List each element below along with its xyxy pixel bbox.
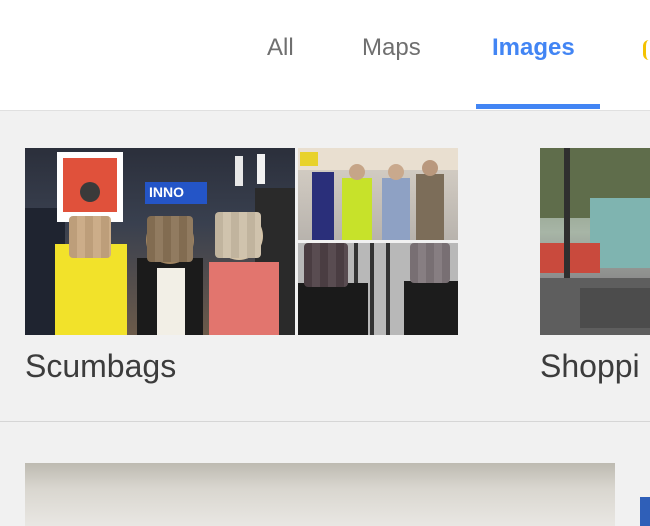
blurred-face <box>147 216 193 262</box>
placard-text: INNO <box>149 184 184 200</box>
tab-overflow-edge <box>643 40 650 60</box>
tab-images[interactable]: Images <box>492 34 575 62</box>
image-card-shopping[interactable]: Shoppi <box>540 148 650 388</box>
collage-image-shopping-centre <box>540 148 650 335</box>
collage-image-men <box>298 243 458 335</box>
blurred-face <box>304 243 348 287</box>
search-tabs-bar: All Maps Images <box>0 0 650 111</box>
next-row-blue-edge <box>640 497 650 526</box>
blurred-face <box>215 212 261 258</box>
blurred-face <box>69 216 111 258</box>
next-row-image[interactable] <box>25 463 615 526</box>
tab-all[interactable]: All <box>267 34 294 62</box>
card-label: Shoppi <box>540 348 640 384</box>
row-divider <box>0 421 650 422</box>
image-card-scumbags[interactable]: INNO Scumbags <box>25 148 458 388</box>
collage-image-protest: INNO <box>25 148 295 335</box>
tab-maps[interactable]: Maps <box>362 34 421 62</box>
active-tab-indicator <box>476 104 600 109</box>
card-label: Scumbags <box>25 348 177 384</box>
blurred-face <box>410 243 450 283</box>
collage-image-police <box>298 148 458 240</box>
